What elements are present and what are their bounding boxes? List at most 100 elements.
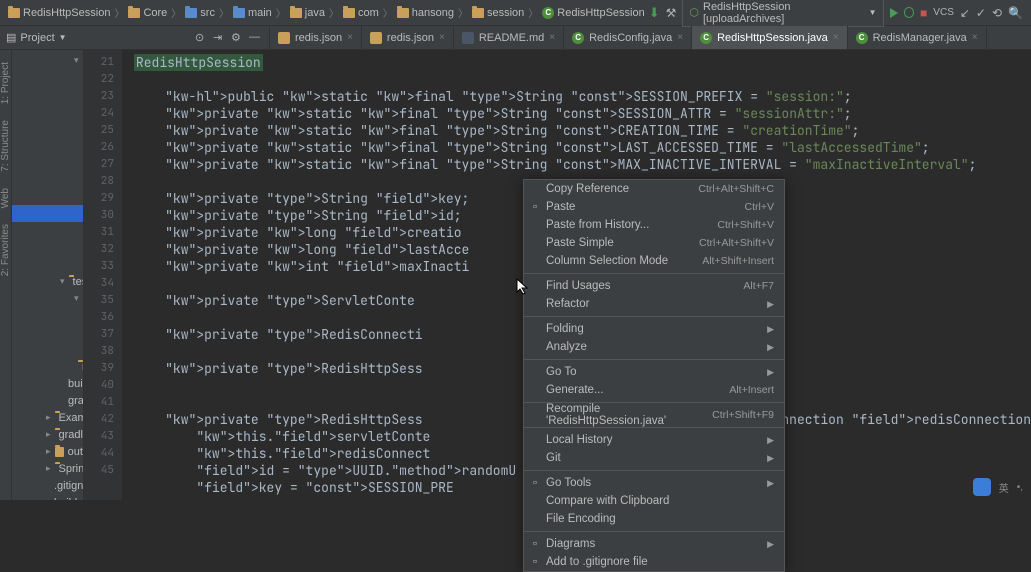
menu-item[interactable]: Refactor▶ <box>524 295 784 313</box>
menu-item[interactable]: ▫PasteCtrl+V <box>524 198 784 216</box>
tree-row[interactable]: ▾redis <box>12 86 84 103</box>
breadcrumb-item[interactable]: com <box>343 7 379 19</box>
collapse-icon[interactable]: ⊙ <box>195 31 209 45</box>
close-icon[interactable]: × <box>677 32 683 43</box>
ime-status[interactable]: 英 <box>999 480 1009 495</box>
run-icon[interactable] <box>890 8 898 18</box>
tree-row[interactable]: CRedisHttpSessionFilter <box>12 222 84 239</box>
tool-window-button[interactable]: Web <box>0 188 11 208</box>
editor-tab[interactable]: CRedisConfig.java× <box>564 26 692 49</box>
breadcrumb-item[interactable]: src <box>185 7 215 19</box>
tree-row[interactable]: CRedisConfig <box>12 103 84 120</box>
menu-item[interactable]: Recompile 'RedisHttpSession.java'Ctrl+Sh… <box>524 406 784 424</box>
breadcrumb-item[interactable]: java <box>290 7 325 19</box>
tree-row[interactable]: CJsonUtils <box>12 188 84 205</box>
code-line[interactable]: "kw">private "kw">static "kw">final "typ… <box>134 105 1031 122</box>
tree-row[interactable]: ▸Example <box>12 409 83 426</box>
menu-shortcut: Alt+F7 <box>743 280 774 292</box>
menu-item[interactable]: Column Selection ModeAlt+Shift+Insert <box>524 252 784 270</box>
menu-item[interactable]: Generate...Alt+Insert <box>524 381 784 399</box>
close-icon[interactable]: × <box>347 32 353 43</box>
hammer-icon[interactable]: ⚒ <box>666 6 677 20</box>
menu-item[interactable]: Paste SimpleCtrl+Alt+Shift+V <box>524 234 784 252</box>
menu-item[interactable]: Analyze▶ <box>524 338 784 356</box>
close-icon[interactable]: × <box>972 32 978 43</box>
menu-item[interactable]: Copy ReferenceCtrl+Alt+Shift+C <box>524 180 784 198</box>
project-tree[interactable]: ▾java▾com.hansong.session▾redisCRedisCon… <box>12 50 84 500</box>
tree-row[interactable]: gradle.properties <box>12 392 83 409</box>
run-configuration[interactable]: ⬡ RedisHttpSession [uploadArchives] ▼ <box>682 0 883 27</box>
editor-tab[interactable]: README.md× <box>454 26 564 49</box>
tree-row[interactable]: ▸Spring-Example <box>12 460 83 477</box>
code-line[interactable]: "kw">private "kw">static "kw">final "typ… <box>134 139 1031 156</box>
folder-icon <box>233 8 245 18</box>
tool-window-button[interactable]: 7: Structure <box>0 120 11 172</box>
menu-item[interactable]: ▫Add to .gitignore file <box>524 553 784 571</box>
gear-icon[interactable]: ⚙ <box>231 31 245 45</box>
hide-icon[interactable]: — <box>249 31 263 45</box>
editor-tab[interactable]: CRedisHttpSession.java× <box>692 26 848 49</box>
debug-icon[interactable] <box>904 7 915 18</box>
editor-tab[interactable]: redis.json× <box>270 26 362 49</box>
code-line[interactable]: "kw">private "kw">static "kw">final "typ… <box>134 156 1031 173</box>
search-icon[interactable]: 🔍 <box>1008 6 1023 20</box>
tree-row[interactable]: CSingleRedisConnection <box>12 154 84 171</box>
menu-item[interactable]: Find UsagesAlt+F7 <box>524 277 784 295</box>
tree-row[interactable]: resources <box>12 358 83 375</box>
tree-row[interactable]: CRedisHttpSession <box>12 205 84 222</box>
tree-row[interactable]: CRedisConfigTest <box>12 324 84 341</box>
tree-row[interactable]: ▾utils <box>12 171 84 188</box>
breadcrumb-item[interactable]: Core <box>128 7 167 19</box>
punctuation-status[interactable]: •, <box>1017 482 1023 493</box>
tree-row[interactable]: ▾java <box>12 290 83 307</box>
tree-row[interactable]: ▸gradle <box>12 426 83 443</box>
scroll-from-icon[interactable]: ⇥ <box>213 31 227 45</box>
update-icon[interactable]: ↙ <box>960 6 970 20</box>
download-icon[interactable]: ⬇ <box>649 5 660 21</box>
tree-row[interactable]: ▸out <box>12 443 83 460</box>
close-icon[interactable]: × <box>833 32 839 43</box>
tree-row[interactable]: build.gradle <box>12 494 83 500</box>
menu-item[interactable]: ▫Go Tools▶ <box>524 474 784 492</box>
menu-item[interactable]: Folding▶ <box>524 320 784 338</box>
tree-row[interactable]: build.gradle <box>12 375 83 392</box>
commit-icon[interactable]: ✓ <box>976 6 986 20</box>
history-icon[interactable]: ⟲ <box>992 6 1002 20</box>
tree-row[interactable]: CRedisHttpSessionProxy <box>12 239 84 256</box>
folder-icon <box>55 447 63 457</box>
tree-row[interactable]: ▾com.hansong.test <box>12 307 84 324</box>
breadcrumb-item[interactable]: session <box>472 7 524 19</box>
editor-tab[interactable]: redis.json× <box>362 26 454 49</box>
breadcrumb-item[interactable]: CRedisHttpSession <box>542 7 644 19</box>
menu-item[interactable]: Local History▶ <box>524 431 784 449</box>
code-line[interactable]: "kw">private "kw">static "kw">final "typ… <box>134 122 1031 139</box>
tree-row[interactable]: ▾com.hansong.session <box>12 69 84 86</box>
code-line[interactable] <box>134 71 1031 88</box>
chevron-down-icon[interactable]: ▼ <box>59 33 67 42</box>
tree-row[interactable]: .gitignore <box>12 477 83 494</box>
code-line[interactable]: "kw-hl">public "kw">static "kw">final "t… <box>134 88 1031 105</box>
menu-item[interactable]: Git▶ <box>524 449 784 467</box>
tree-row[interactable]: CRedisManager <box>12 137 84 154</box>
vcs-icon[interactable]: VCS <box>933 7 954 18</box>
menu-item[interactable]: Paste from History...Ctrl+Shift+V <box>524 216 784 234</box>
tool-window-button[interactable]: 2: Favorites <box>0 224 11 276</box>
close-icon[interactable]: × <box>439 32 445 43</box>
breadcrumb-item[interactable]: main <box>233 7 272 19</box>
tree-row[interactable]: CRedisConnection <box>12 120 84 137</box>
menu-item[interactable]: File Encoding <box>524 510 784 528</box>
stop-icon[interactable]: ■ <box>920 6 927 20</box>
menu-item[interactable]: Go To▶ <box>524 363 784 381</box>
tree-row[interactable]: ▾java <box>12 52 83 69</box>
tool-window-button[interactable]: 1: Project <box>0 62 11 104</box>
tree-row[interactable]: CRedisHttpSessionTest <box>12 341 84 358</box>
menu-item[interactable]: ▫Diagrams▶ <box>524 535 784 553</box>
menu-item[interactable]: Compare with Clipboard <box>524 492 784 510</box>
tree-row[interactable]: ▾test <box>12 273 83 290</box>
close-icon[interactable]: × <box>549 32 555 43</box>
assistant-icon[interactable] <box>973 478 991 496</box>
breadcrumb-item[interactable]: hansong <box>397 7 454 19</box>
editor-tab[interactable]: CRedisManager.java× <box>848 26 987 49</box>
breadcrumb-item[interactable]: RedisHttpSession <box>8 7 110 19</box>
tree-row[interactable]: CRedisHttpSessionRepository <box>12 256 84 273</box>
